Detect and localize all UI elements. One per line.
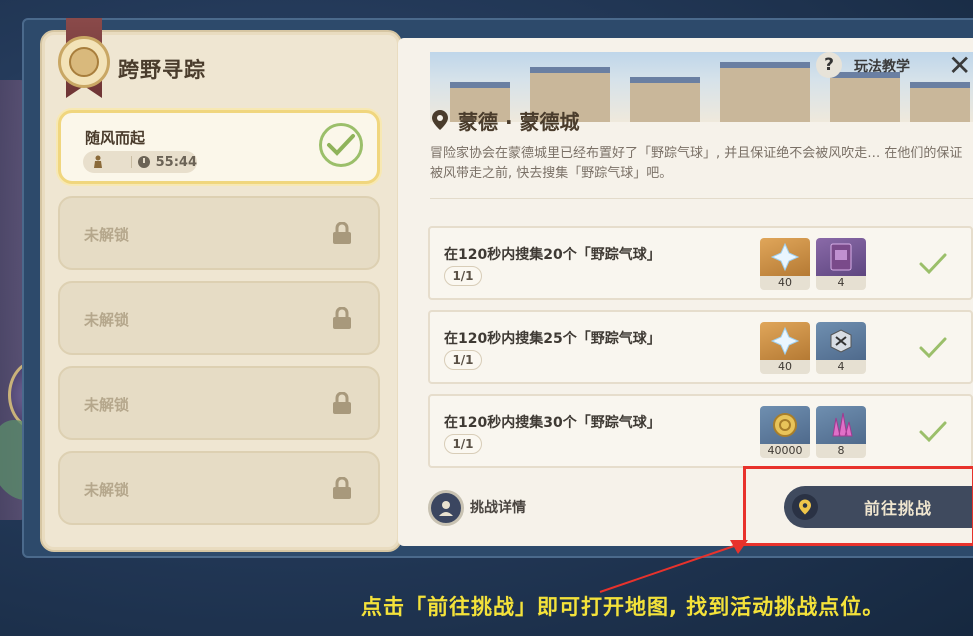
task-complete-check-icon <box>919 253 947 275</box>
stage-item-2[interactable]: 未解锁 <box>58 196 380 270</box>
lock-icon <box>333 307 351 329</box>
primogem-icon <box>760 322 810 360</box>
task-progress: 1/1 <box>444 266 482 286</box>
completed-check-icon <box>319 123 363 167</box>
reward-qty: 40 <box>760 276 810 290</box>
tutorial-caption: 点击「前往挑战」即可打开地图, 找到活动挑战点位。 <box>361 595 885 619</box>
highlight-box <box>743 466 973 546</box>
location-description: 冒险家协会在蒙德城里已经布置好了「野踪气球」, 并且保证绝不会被风吹走… 在他们… <box>430 146 963 181</box>
reward-qty: 8 <box>816 444 866 458</box>
lock-icon <box>333 222 351 244</box>
lock-icon <box>333 477 351 499</box>
challenge-details-link[interactable]: 挑战详情 <box>470 497 526 517</box>
reward-qty: 40000 <box>760 444 810 458</box>
clock-icon <box>137 156 150 168</box>
stage-item-5[interactable]: 未解锁 <box>58 451 380 525</box>
mystic-enhancement-ore-icon <box>816 322 866 360</box>
stage-item-4[interactable]: 未解锁 <box>58 366 380 440</box>
locked-label: 未解锁 <box>84 396 130 414</box>
stage-info-pill: 55:44 <box>83 151 197 173</box>
stage-item-3[interactable]: 未解锁 <box>58 281 380 355</box>
close-button[interactable]: ✕ <box>948 52 973 80</box>
task-row: 在120秒内搜集20个「野踪气球」 1/1 40 4 <box>428 226 973 300</box>
reward-qty: 4 <box>816 360 866 374</box>
reward-qty: 40 <box>760 360 810 374</box>
lock-icon <box>333 392 351 414</box>
reward-item[interactable]: 40000 <box>760 406 810 458</box>
location-pin-icon <box>432 110 448 130</box>
task-text: 在120秒内搜集30个「野踪气球」 <box>444 415 661 431</box>
task-text: 在120秒内搜集25个「野踪气球」 <box>444 331 661 347</box>
task-progress: 1/1 <box>444 434 482 454</box>
person-icon <box>91 155 105 169</box>
mora-icon <box>760 406 810 444</box>
task-row: 在120秒内搜集30个「野踪气球」 1/1 40000 8 <box>428 394 973 468</box>
challenge-details-icon[interactable] <box>428 490 464 526</box>
locked-label: 未解锁 <box>84 311 130 329</box>
locked-label: 未解锁 <box>84 481 130 499</box>
task-complete-check-icon <box>919 421 947 443</box>
reward-item[interactable]: 4 <box>816 322 866 374</box>
help-icon[interactable]: ? <box>816 52 842 78</box>
reward-item[interactable]: 40 <box>760 322 810 374</box>
reward-item[interactable]: 40 <box>760 238 810 290</box>
task-row: 在120秒内搜集25个「野踪气球」 1/1 40 4 <box>428 310 973 384</box>
crystal-icon <box>816 406 866 444</box>
task-progress: 1/1 <box>444 350 482 370</box>
event-title: 跨野寻踪 <box>118 58 206 82</box>
hero-wit-book-icon <box>816 238 866 276</box>
annotation-arrow <box>599 540 748 593</box>
primogem-icon <box>760 238 810 276</box>
task-text: 在120秒内搜集20个「野踪气球」 <box>444 247 661 263</box>
stage-name: 随风而起 <box>85 129 146 147</box>
event-emblem-icon <box>58 36 110 88</box>
stage-time: 55:44 <box>155 154 197 170</box>
task-complete-check-icon <box>919 337 947 359</box>
tutorial-link[interactable]: 玩法教学 <box>854 56 910 76</box>
reward-item[interactable]: 8 <box>816 406 866 458</box>
divider <box>430 198 973 199</box>
locked-label: 未解锁 <box>84 226 130 244</box>
reward-qty: 4 <box>816 276 866 290</box>
stage-item-1[interactable]: 随风而起 55:44 <box>58 110 380 184</box>
reward-item[interactable]: 4 <box>816 238 866 290</box>
location-title: 蒙德 · 蒙德城 <box>458 110 580 134</box>
